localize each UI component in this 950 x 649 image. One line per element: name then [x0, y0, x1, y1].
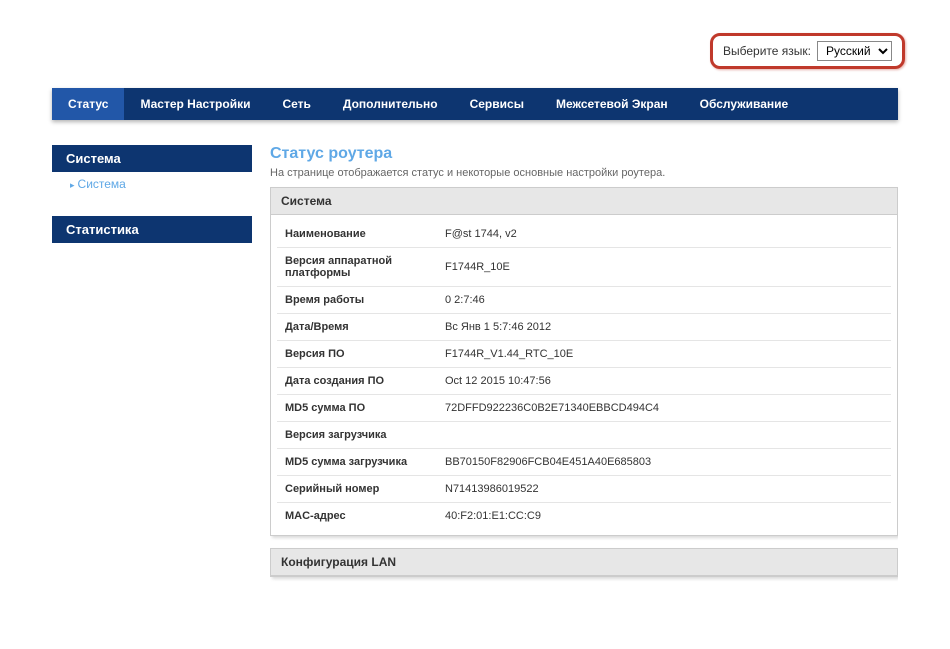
row-value: 40:F2:01:E1:CC:C9 [437, 503, 891, 530]
table-row: Дата/ВремяВс Янв 1 5:7:46 2012 [277, 314, 891, 341]
table-row: MD5 сумма ПО72DFFD922236C0B2E71340EBBCD4… [277, 395, 891, 422]
row-value: 0 2:7:46 [437, 287, 891, 314]
section-lan-heading: Конфигурация LAN [271, 549, 897, 576]
nav-firewall[interactable]: Межсетевой Экран [540, 88, 684, 120]
row-value: F1744R_V1.44_RTC_10E [437, 341, 891, 368]
table-row: MAC-адрес40:F2:01:E1:CC:C9 [277, 503, 891, 530]
table-row: Время работы0 2:7:46 [277, 287, 891, 314]
nav-advanced[interactable]: Дополнительно [327, 88, 454, 120]
row-label: MD5 сумма загрузчика [277, 449, 437, 476]
row-value: Oct 12 2015 10:47:56 [437, 368, 891, 395]
top-nav: Статус Мастер Настройки Сеть Дополнитель… [52, 88, 898, 120]
row-value: Вс Янв 1 5:7:46 2012 [437, 314, 891, 341]
row-label: Серийный номер [277, 476, 437, 503]
row-value: N71413986019522 [437, 476, 891, 503]
section-system-heading: Система [271, 188, 897, 215]
section-system: Система НаименованиеF@st 1744, v2 Версия… [270, 187, 898, 536]
nav-maintenance[interactable]: Обслуживание [684, 88, 805, 120]
section-lan: Конфигурация LAN [270, 548, 898, 577]
language-label: Выберите язык: [723, 44, 811, 58]
sidebar-link-system[interactable]: Система [52, 172, 252, 196]
main-content: Статус роутера На странице отображается … [270, 145, 898, 611]
row-label: Версия ПО [277, 341, 437, 368]
nav-network[interactable]: Сеть [266, 88, 326, 120]
table-row: Дата создания ПОOct 12 2015 10:47:56 [277, 368, 891, 395]
row-value: BB70150F82906FCB04E451A40E685803 [437, 449, 891, 476]
row-label: Время работы [277, 287, 437, 314]
row-value [437, 422, 891, 449]
row-value: F@st 1744, v2 [437, 221, 891, 248]
table-row: Серийный номерN71413986019522 [277, 476, 891, 503]
row-label: Наименование [277, 221, 437, 248]
sidebar-group-stats[interactable]: Статистика [52, 216, 252, 243]
row-value: 72DFFD922236C0B2E71340EBBCD494C4 [437, 395, 891, 422]
row-value: F1744R_10E [437, 248, 891, 287]
table-row: Версия ПОF1744R_V1.44_RTC_10E [277, 341, 891, 368]
page-title: Статус роутера [270, 145, 898, 163]
row-label: Дата создания ПО [277, 368, 437, 395]
language-select[interactable]: Русский [817, 41, 892, 61]
system-table: НаименованиеF@st 1744, v2 Версия аппарат… [277, 221, 891, 529]
page-description: На странице отображается статус и некото… [270, 167, 898, 179]
table-row: MD5 сумма загрузчикаBB70150F82906FCB04E4… [277, 449, 891, 476]
row-label: Версия загрузчика [277, 422, 437, 449]
row-label: Версия аппаратной платформы [277, 248, 437, 287]
row-label: MD5 сумма ПО [277, 395, 437, 422]
nav-status[interactable]: Статус [52, 88, 124, 120]
table-row: НаименованиеF@st 1744, v2 [277, 221, 891, 248]
table-row: Версия аппаратной платформыF1744R_10E [277, 248, 891, 287]
language-selector: Выберите язык: Русский [710, 33, 905, 69]
nav-wizard[interactable]: Мастер Настройки [124, 88, 266, 120]
sidebar-group-system[interactable]: Система [52, 145, 252, 172]
table-row: Версия загрузчика [277, 422, 891, 449]
row-label: MAC-адрес [277, 503, 437, 530]
row-label: Дата/Время [277, 314, 437, 341]
sidebar: Система Система Статистика [52, 145, 252, 611]
nav-services[interactable]: Сервисы [454, 88, 540, 120]
